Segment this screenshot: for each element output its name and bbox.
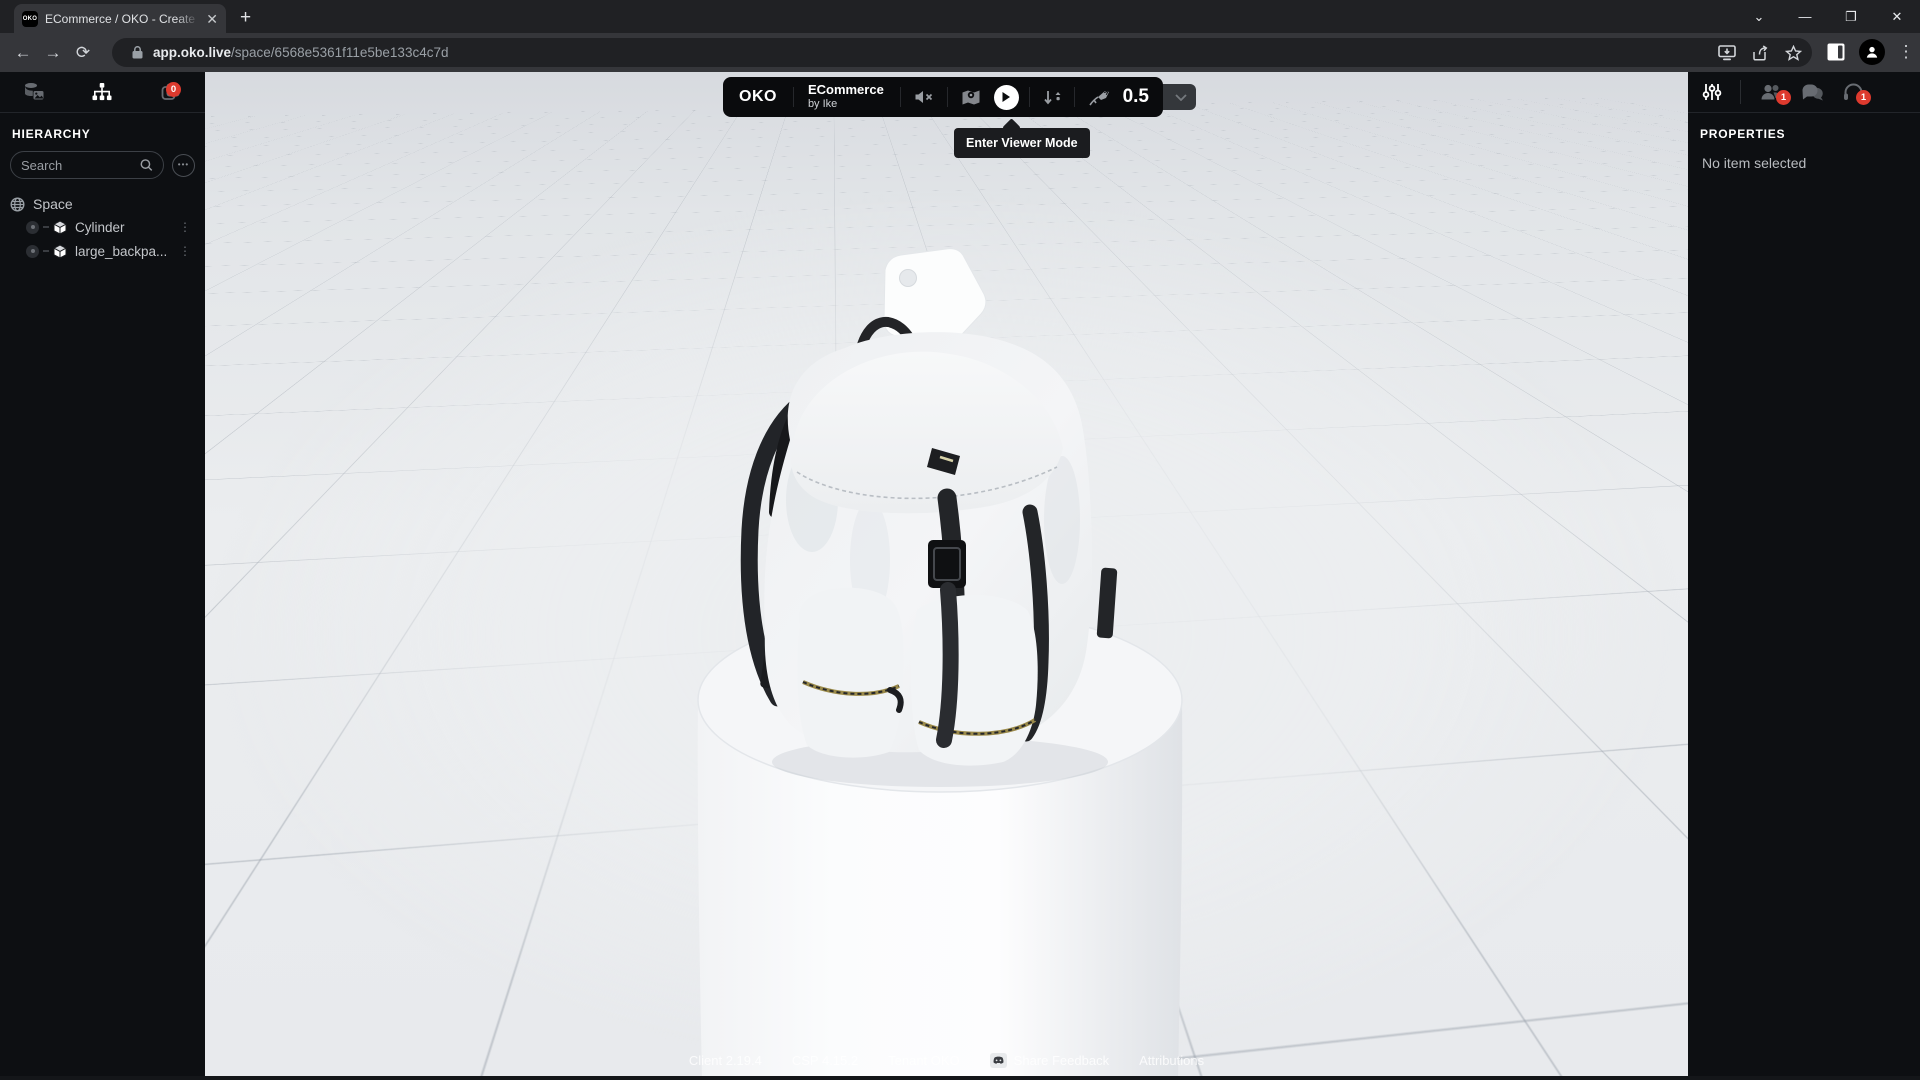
chevron-down-icon [1175,94,1187,101]
help-support-button[interactable]: 1 [1843,83,1864,102]
enter-viewer-mode-button[interactable] [994,85,1019,110]
tab-search-icon[interactable]: ⌄ [1736,0,1782,33]
close-icon[interactable]: ✕ [1874,0,1920,33]
share-feedback-link[interactable]: Share Feedback [990,1053,1109,1068]
lock-icon [132,46,143,59]
browser-toolbar: ← → ⟳ app.oko.live/space/6568e5361f11e5b… [0,33,1920,72]
reload-icon[interactable]: ⟳ [68,38,98,68]
minimap-icon[interactable] [958,89,984,106]
oko-favicon: OKO [22,11,38,27]
side-panel-icon[interactable] [1826,42,1846,62]
attributions-link[interactable]: Attributions [1139,1053,1204,1068]
url-path: /space/6568e5361f11e5be133c4c7d [231,45,448,60]
viewer-mode-tooltip: Enter Viewer Mode [954,128,1090,158]
hierarchy-search[interactable] [10,151,164,179]
globe-icon [10,197,25,212]
address-bar[interactable]: app.oko.live/space/6568e5361f11e5be133c4… [112,38,1812,67]
speed-value[interactable]: 0.5 [1123,86,1153,108]
tenant-label[interactable]: Tenant OKO [888,1053,960,1068]
tab-layers[interactable]: 0 [137,82,205,102]
hierarchy-panel: 0 HIERARCHY ••• Space [0,72,205,1076]
properties-header: PROPERTIES [1688,113,1920,151]
client-version: Client 2.19.4 [689,1053,762,1068]
space-meta: ECommerce by Ike [804,83,890,111]
fly-mode-icon[interactable] [1085,88,1113,107]
chat-icon [1801,83,1825,102]
hierarchy-icon [91,82,113,102]
forward-icon[interactable]: → [38,38,68,68]
space-byline: by Ike [808,98,886,111]
item-menu-icon[interactable]: ⋮ [179,249,191,253]
expand-toggle-icon[interactable] [26,221,39,234]
tab-hierarchy[interactable] [68,82,136,102]
space-toolbar: OKO ECommerce by Ike 0.5 [723,77,1163,117]
hierarchy-tree: Space Cylinder ⋮ large_backpa... [0,179,205,263]
csp-version: CSP 4.15.2 [792,1053,858,1068]
cube-icon [53,220,67,235]
new-tab-button[interactable]: + [240,7,251,29]
discord-icon [990,1053,1007,1068]
minimize-icon[interactable]: — [1782,0,1828,33]
sort-order-icon[interactable] [1040,89,1064,106]
back-icon[interactable]: ← [8,38,38,68]
backpack-model [749,322,1117,766]
properties-panel: 1 1 PROPERTIES No item selected [1688,72,1920,1076]
properties-empty-state: No item selected [1688,151,1920,175]
viewport-status-bar: Client 2.19.4 CSP 4.15.2 Tenant OKO Shar… [205,1053,1688,1068]
hierarchy-header: HIERARCHY [0,113,205,151]
participants-button[interactable]: 1 [1759,83,1783,102]
assets-library-icon [23,82,45,102]
cube-icon [53,244,67,259]
participants-badge: 1 [1776,90,1791,105]
left-panel-tabs: 0 [0,72,205,113]
tree-item-cylinder[interactable]: Cylinder ⋮ [10,215,205,239]
profile-avatar[interactable] [1859,39,1885,65]
chat-button[interactable] [1801,83,1825,102]
tree-item-backpack[interactable]: large_backpa... ⋮ [10,239,205,263]
tree-item-label: large_backpa... [75,244,167,259]
help-badge: 1 [1856,90,1871,105]
settings-sliders-button[interactable] [1702,82,1722,102]
url-host: app.oko.live [153,45,231,60]
bookmark-star-icon[interactable] [1785,45,1802,61]
share-icon[interactable] [1752,45,1769,61]
tree-item-label: Cylinder [75,220,125,235]
browser-menu-icon[interactable]: ⋮ [1898,37,1914,67]
tree-root-space[interactable]: Space [10,193,205,215]
browser-tab[interactable]: OKO ECommerce / OKO - Create acro ✕ [14,4,226,33]
scene-canvas [205,72,1688,1076]
hierarchy-more-button[interactable]: ••• [172,154,195,177]
share-feedback-label: Share Feedback [1014,1053,1109,1068]
search-icon [140,158,153,172]
space-title: ECommerce [808,83,886,98]
search-input[interactable] [21,158,140,173]
window-bottom-edge [0,1076,1920,1080]
browser-titlebar: OKO ECommerce / OKO - Create acro ✕ + ⌄ … [0,0,1920,33]
restore-icon[interactable]: ❐ [1828,0,1874,33]
item-menu-icon[interactable]: ⋮ [179,225,191,229]
tab-close-icon[interactable]: ✕ [206,12,218,26]
oko-logo: OKO [733,88,783,106]
person-icon [1865,45,1879,59]
tab-assets-library[interactable] [0,82,68,102]
tree-root-label: Space [33,196,73,212]
install-app-icon[interactable] [1718,45,1736,61]
play-icon [1001,91,1011,103]
sliders-icon [1702,82,1722,102]
tab-title: ECommerce / OKO - Create acro [45,12,199,26]
expand-toggle-icon[interactable] [26,245,39,258]
3d-viewport[interactable]: Client 2.19.4 CSP 4.15.2 Tenant OKO Shar… [205,72,1688,1076]
layers-badge: 0 [166,82,181,97]
mute-audio-icon[interactable] [911,89,937,105]
